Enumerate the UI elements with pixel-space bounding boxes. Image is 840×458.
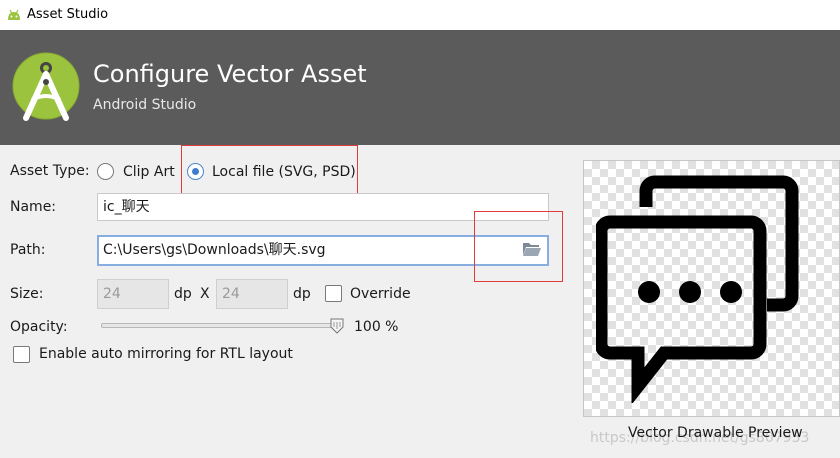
page-title: Configure Vector Asset (93, 60, 367, 88)
width-unit-label: dp (174, 286, 192, 302)
path-label: Path: (10, 242, 46, 258)
wizard-header: Configure Vector Asset Android Studio (0, 30, 840, 145)
opacity-label: Opacity: (10, 319, 68, 335)
android-icon (6, 7, 22, 26)
page-subtitle: Android Studio (93, 97, 197, 113)
chat-bubbles-icon (594, 175, 801, 407)
opacity-slider-track[interactable] (101, 323, 341, 328)
size-label: Size: (10, 286, 44, 302)
rtl-mirroring-label[interactable]: Enable auto mirroring for RTL layout (39, 346, 293, 362)
slider-thumb-icon[interactable] (330, 318, 344, 338)
size-separator-label: X (200, 286, 210, 302)
clip-art-label[interactable]: Clip Art (123, 164, 175, 180)
override-label[interactable]: Override (350, 286, 411, 302)
annotation-box-local-file (181, 145, 358, 198)
window-titlebar: Asset Studio (0, 0, 840, 30)
height-field[interactable]: 24 (216, 279, 288, 309)
path-value: C:\Users\gs\Downloads\聊天.svg (103, 242, 326, 258)
name-label: Name: (10, 199, 57, 215)
opacity-value: 100 % (354, 319, 399, 335)
vector-preview-panel (583, 160, 840, 417)
android-studio-logo (12, 52, 80, 128)
height-unit-label: dp (293, 286, 311, 302)
clip-art-radio[interactable] (97, 163, 114, 180)
preview-caption: Vector Drawable Preview (628, 425, 803, 441)
width-field[interactable]: 24 (97, 279, 169, 309)
override-checkbox[interactable] (325, 285, 342, 302)
asset-type-label: Asset Type: (10, 163, 90, 179)
rtl-mirroring-checkbox[interactable] (13, 346, 30, 363)
annotation-box-browse (474, 211, 563, 282)
window-title: Asset Studio (27, 7, 109, 22)
